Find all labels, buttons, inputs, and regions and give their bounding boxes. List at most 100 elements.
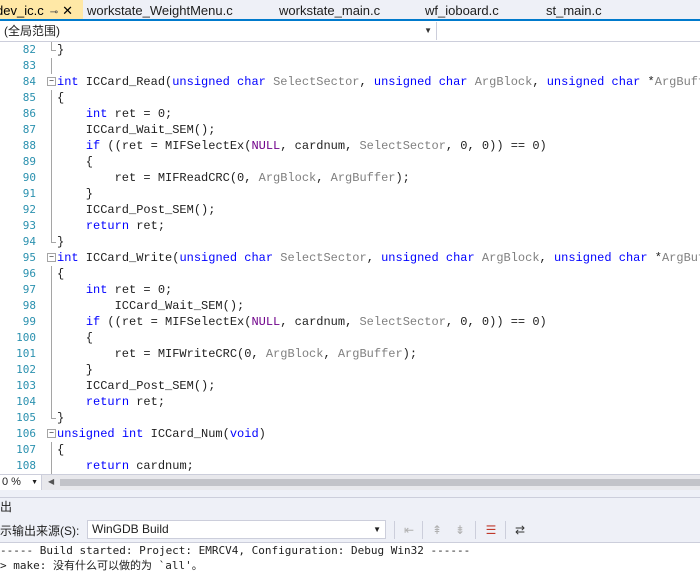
scope-dropdown[interactable]: (全局范围) ▼: [0, 22, 437, 40]
line-number: 105: [16, 411, 36, 424]
scope-value: (全局范围): [4, 24, 60, 38]
code-text: ICCard_Post_SEM();: [57, 203, 216, 217]
line-number: 106: [16, 427, 36, 440]
find-message-icon[interactable]: ⇤: [401, 522, 417, 538]
close-icon[interactable]: ✕: [62, 3, 73, 18]
navigation-bar: (全局范围) ▼: [0, 21, 700, 42]
toolbar-separator: [422, 521, 423, 539]
outline-guide-end: [51, 418, 56, 419]
line-number: 91: [22, 187, 36, 200]
word-wrap-icon[interactable]: ⇄: [512, 522, 528, 538]
outline-guide: [51, 90, 52, 106]
line-number: 96: [22, 267, 36, 280]
code-text: int ret = 0;: [85, 107, 173, 121]
document-tab-bar: dev_ic.c ⊸ ✕ workstate_WeightMenu.c workst…: [0, 0, 700, 21]
code-editor[interactable]: 82} 83 84− int ICCard_Read(unsigned char Se…: [0, 42, 700, 474]
outline-guide: [51, 346, 52, 362]
line-number: 90: [22, 171, 36, 184]
outline-guide: [51, 218, 52, 234]
clear-all-icon[interactable]: ☰: [483, 522, 499, 538]
toolbar-separator: [475, 521, 476, 539]
tab-label: dev_ic.c: [0, 3, 44, 18]
splitter[interactable]: [0, 490, 700, 497]
line-number: 92: [22, 203, 36, 216]
previous-message-icon[interactable]: ⇞: [429, 522, 445, 538]
code-text: ICCard_Post_SEM();: [57, 379, 216, 393]
outline-guide-end: [51, 50, 56, 51]
next-message-icon[interactable]: ⇟: [452, 522, 468, 538]
line-number: 83: [22, 59, 36, 72]
code-line: 86 int ret = 0;: [0, 106, 700, 122]
code-text: }: [57, 235, 65, 249]
code-line: 101 ret = MIFWriteCRC(0, ArgBlock, ArgBu…: [0, 346, 700, 362]
code-text: int ret = 0;: [85, 283, 173, 297]
tab-workstate-main[interactable]: workstate_main.c: [279, 0, 380, 19]
chevron-down-icon: ▼: [424, 26, 432, 35]
code-text: return cardnum;: [85, 459, 194, 473]
outline-guide: [51, 314, 52, 330]
code-line: 92 ICCard_Post_SEM();: [0, 202, 700, 218]
outline-guide: [51, 202, 52, 218]
toolbar-separator: [505, 521, 506, 539]
member-dropdown[interactable]: [438, 22, 700, 40]
code-text: }: [57, 43, 65, 57]
code-line: 83: [0, 58, 700, 74]
collapse-icon[interactable]: −: [47, 429, 56, 438]
output-source-label: 示输出来源(S):: [0, 524, 80, 538]
output-toolbar: 示输出来源(S): WinGDB Build ▼ ⇤ ⇞ ⇟ ☰ ⇄: [0, 517, 700, 543]
line-number: 93: [22, 219, 36, 232]
zoom-dropdown[interactable]: 0 % ▼: [0, 475, 42, 490]
code-text: {: [57, 331, 94, 345]
line-number: 84: [22, 75, 36, 88]
code-line: 89 {: [0, 154, 700, 170]
outline-guide: [51, 106, 52, 122]
code-text: if ((ret = MIFSelectEx(NULL, cardnum, Se…: [85, 139, 547, 153]
outline-guide: [51, 394, 52, 410]
line-number: 86: [22, 107, 36, 120]
code-line: 91 }: [0, 186, 700, 202]
line-number: 95: [22, 251, 36, 264]
code-text: }: [57, 411, 65, 425]
code-text: {: [57, 91, 65, 105]
tab-workstate-weightmenu[interactable]: workstate_WeightMenu.c: [87, 0, 233, 19]
editor-horizontal-scrollbar[interactable]: 0 % ▼ ◀: [0, 474, 700, 490]
pin-icon[interactable]: ⊸: [50, 7, 58, 18]
collapse-icon[interactable]: −: [47, 77, 56, 86]
tab-label: wf_ioboard.c: [425, 3, 499, 18]
output-text[interactable]: ----- Build started: Project: EMRCV4, Co…: [0, 543, 700, 576]
outline-guide: [51, 42, 52, 50]
scroll-left-icon[interactable]: ◀: [48, 477, 54, 486]
collapse-icon[interactable]: −: [47, 253, 56, 262]
chevron-down-icon: ▼: [31, 479, 38, 486]
line-number: 94: [22, 235, 36, 248]
line-number: 98: [22, 299, 36, 312]
toolbar-separator: [394, 521, 395, 539]
code-line: 107 {: [0, 442, 700, 458]
line-number: 99: [22, 315, 36, 328]
line-number: 88: [22, 139, 36, 152]
tab-dev-ic[interactable]: dev_ic.c ⊸ ✕: [0, 0, 83, 19]
code-line: 103 ICCard_Post_SEM();: [0, 378, 700, 394]
tab-wf-ioboard[interactable]: wf_ioboard.c: [425, 0, 499, 19]
code-line: 98 ICCard_Wait_SEM();: [0, 298, 700, 314]
outline-guide: [51, 458, 52, 474]
outline-guide: [51, 234, 52, 242]
code-line: 95 − int ICCard_Write(unsigned char Select…: [0, 250, 700, 266]
line-number: 101: [16, 347, 36, 360]
code-line: 90 ret = MIFReadCRC(0, ArgBlock, ArgBuff…: [0, 170, 700, 186]
scrollbar-thumb[interactable]: [60, 479, 700, 486]
code-line: 108 return cardnum;: [0, 458, 700, 474]
outline-guide: [51, 298, 52, 314]
line-number: 107: [16, 443, 36, 456]
code-text: }: [57, 187, 94, 201]
outline-guide: [51, 362, 52, 378]
code-text: {: [57, 443, 65, 457]
code-line: 85 {: [0, 90, 700, 106]
line-number: 97: [22, 283, 36, 296]
code-line: 102 }: [0, 362, 700, 378]
chevron-down-icon: ▼: [373, 525, 381, 534]
tab-label: workstate_main.c: [279, 3, 381, 18]
tab-st-main[interactable]: st_main.c: [546, 0, 602, 19]
tab-label: st_main.c: [546, 3, 602, 18]
output-source-dropdown[interactable]: WinGDB Build ▼: [87, 520, 386, 539]
